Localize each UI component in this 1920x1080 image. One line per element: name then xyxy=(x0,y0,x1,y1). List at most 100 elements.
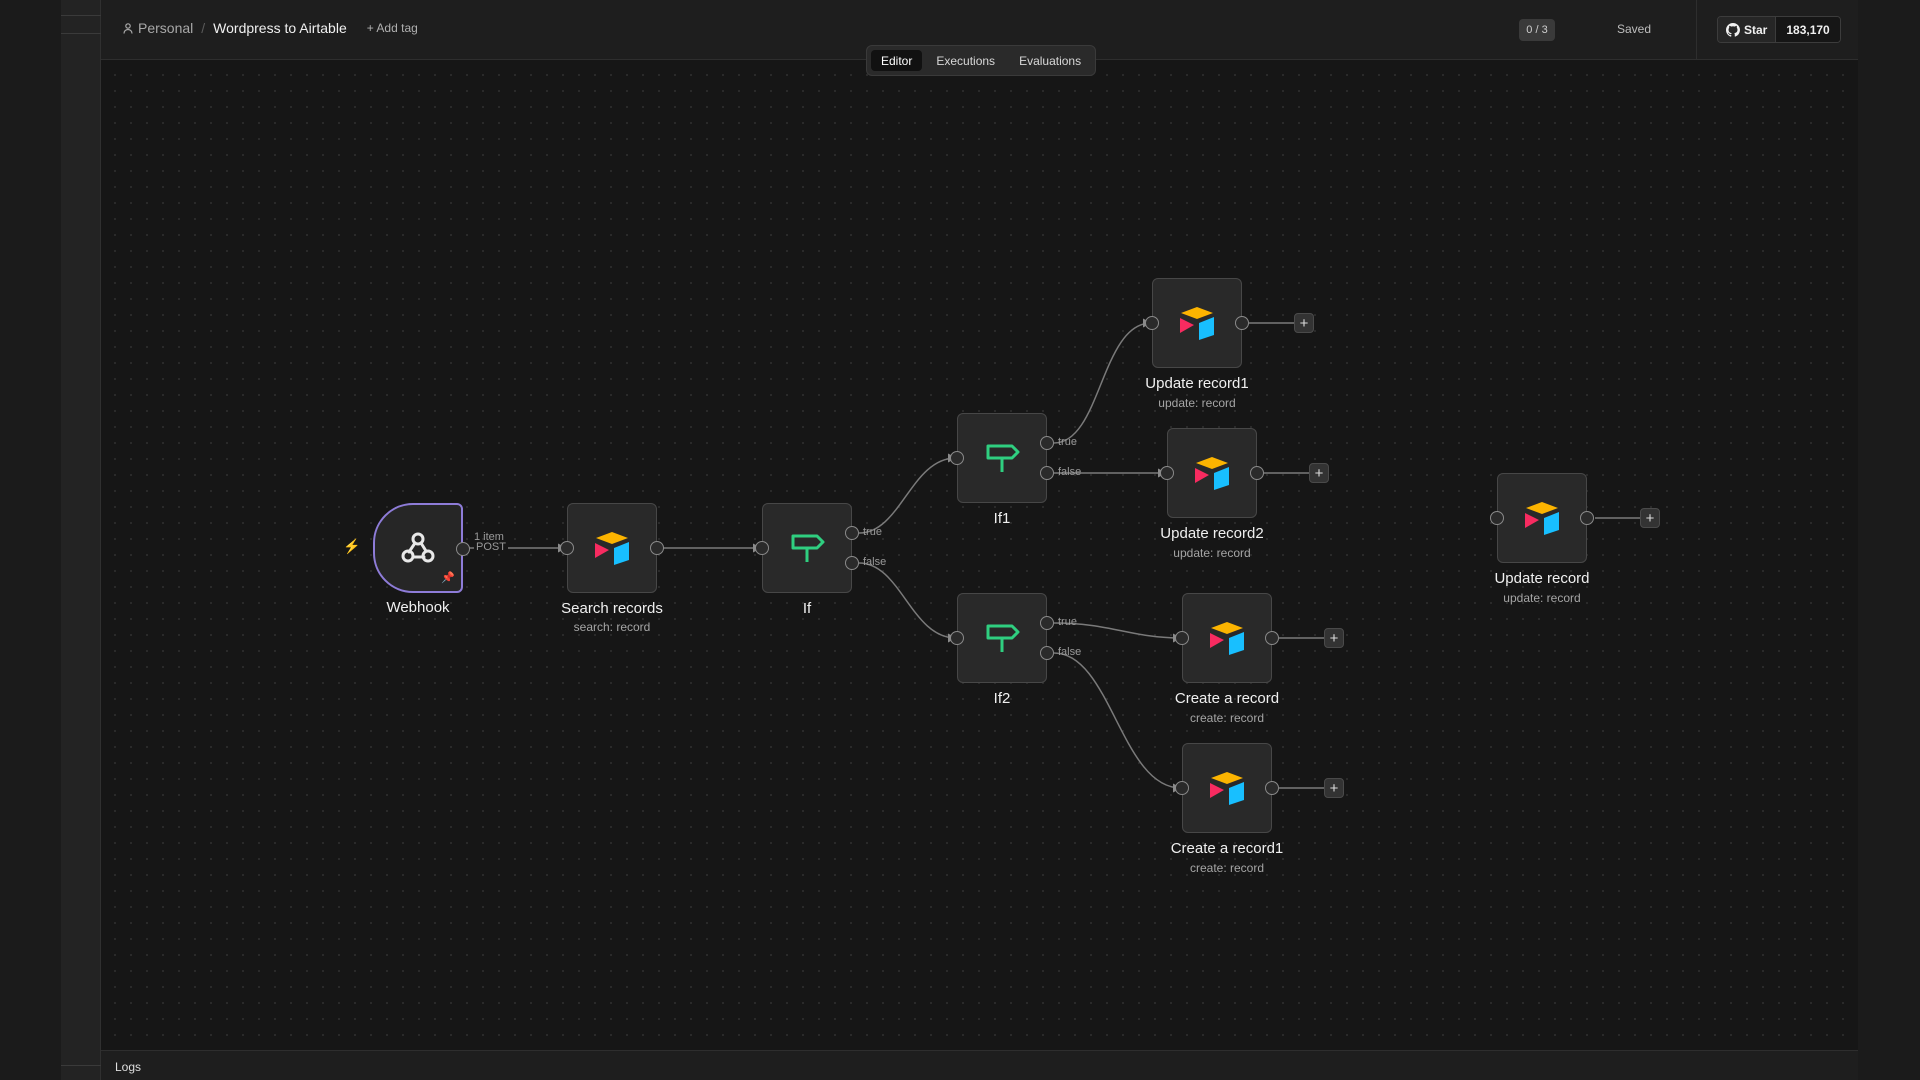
output-port[interactable] xyxy=(650,541,664,555)
output-port[interactable] xyxy=(1580,511,1594,525)
node-webhook[interactable]: 📌 xyxy=(373,503,470,593)
github-star-label: Star xyxy=(1744,22,1768,37)
node-subtitle: update: record xyxy=(1503,591,1581,605)
add-node-button[interactable]: + xyxy=(1324,778,1344,798)
input-port[interactable] xyxy=(1175,781,1189,795)
airtable-icon xyxy=(1180,307,1214,340)
node-update-record1[interactable] xyxy=(1145,278,1249,368)
airtable-icon xyxy=(1210,622,1244,655)
breadcrumb-project[interactable]: Personal xyxy=(123,20,193,36)
add-node-button[interactable]: + xyxy=(1309,463,1329,483)
node-name: Create a record1 xyxy=(1170,840,1284,857)
node-name: If2 xyxy=(993,690,1011,707)
node-if2[interactable] xyxy=(950,593,1054,683)
node-update-record2[interactable] xyxy=(1160,428,1264,518)
node-update-record[interactable] xyxy=(1490,473,1594,563)
user-icon xyxy=(123,22,133,34)
rail-divider xyxy=(61,1065,101,1066)
tab-editor[interactable]: Editor xyxy=(871,50,923,71)
right-gutter xyxy=(1858,0,1920,1080)
true-label: true xyxy=(863,526,882,538)
project-name: Personal xyxy=(138,20,194,36)
workflow-name[interactable]: Wordpress to Airtable xyxy=(213,20,347,36)
add-node-button[interactable]: + xyxy=(1324,628,1344,648)
github-star[interactable]: Star xyxy=(1718,17,1777,42)
output-port-true[interactable] xyxy=(1040,616,1054,630)
workflow-canvas[interactable]: ⚡ 📌 1 item POST Webhook Search records s… xyxy=(101,61,1858,1050)
pin-icon: 📌 xyxy=(441,572,455,584)
add-tag-button[interactable]: + Add tag xyxy=(367,21,418,35)
if-signpost-icon xyxy=(986,444,1020,472)
node-subtitle: update: record xyxy=(1158,396,1236,410)
airtable-icon xyxy=(1210,772,1244,805)
node-subtitle: update: record xyxy=(1173,546,1251,560)
if-signpost-icon xyxy=(986,624,1020,652)
airtable-icon xyxy=(1195,457,1229,490)
input-port[interactable] xyxy=(1175,631,1189,645)
input-port[interactable] xyxy=(1490,511,1504,525)
output-port-false[interactable] xyxy=(845,556,859,570)
webhook-icon xyxy=(401,532,435,563)
node-subtitle: create: record xyxy=(1189,711,1265,725)
node-search-records[interactable] xyxy=(560,503,664,593)
false-label: false xyxy=(1058,466,1082,478)
logs-label: Logs xyxy=(115,1060,142,1074)
output-port-true[interactable] xyxy=(1040,436,1054,450)
tab-executions[interactable]: Executions xyxy=(926,50,1005,71)
node-name: If xyxy=(802,600,812,617)
node-create-a-record1[interactable] xyxy=(1175,743,1279,833)
output-port[interactable] xyxy=(1250,466,1264,480)
save-status: Saved xyxy=(1617,22,1652,36)
view-tabs: Editor Executions Evaluations xyxy=(866,45,1097,76)
node-create-a-record[interactable] xyxy=(1175,593,1279,683)
add-node-button[interactable]: + xyxy=(1640,508,1660,528)
if-signpost-icon xyxy=(791,534,825,562)
output-port[interactable] xyxy=(1235,316,1249,330)
airtable-icon xyxy=(595,532,629,565)
node-subtitle: search: record xyxy=(573,620,651,634)
left-sidebar-rail xyxy=(61,0,101,1080)
output-label-post: POST xyxy=(474,541,508,553)
github-star-count: 183,170 xyxy=(1776,17,1840,42)
node-name: Webhook xyxy=(386,599,450,616)
true-label: true xyxy=(1058,616,1077,628)
input-port[interactable] xyxy=(560,541,574,555)
false-label: false xyxy=(863,556,887,568)
github-star-button[interactable]: Star 183,170 xyxy=(1717,16,1841,43)
node-name: Update record xyxy=(1494,570,1590,587)
node-name: Update record2 xyxy=(1160,525,1264,542)
output-port[interactable] xyxy=(1265,631,1279,645)
node-if[interactable] xyxy=(755,503,859,593)
input-port[interactable] xyxy=(755,541,769,555)
airtable-icon xyxy=(1525,502,1559,535)
node-name: If1 xyxy=(993,510,1011,527)
input-port[interactable] xyxy=(950,451,964,465)
rail-divider xyxy=(61,15,101,16)
node-if1[interactable] xyxy=(950,413,1054,503)
node-name: Update record1 xyxy=(1145,375,1249,392)
breadcrumb: Personal / Wordpress to Airtable + Add t… xyxy=(123,20,418,36)
output-port-false[interactable] xyxy=(1040,466,1054,480)
input-port[interactable] xyxy=(950,631,964,645)
output-port-true[interactable] xyxy=(845,526,859,540)
left-gutter xyxy=(0,0,61,1080)
breadcrumb-separator: / xyxy=(201,20,206,36)
node-name: Create a record xyxy=(1174,690,1280,707)
tab-evaluations[interactable]: Evaluations xyxy=(1009,50,1091,71)
logs-panel-toggle[interactable]: Logs xyxy=(101,1050,1858,1080)
header-divider xyxy=(1696,0,1697,60)
trigger-bolt-icon: ⚡ xyxy=(343,538,361,554)
output-port-false[interactable] xyxy=(1040,646,1054,660)
true-label: true xyxy=(1058,436,1077,448)
input-port[interactable] xyxy=(1145,316,1159,330)
input-port[interactable] xyxy=(1160,466,1174,480)
github-icon xyxy=(1726,22,1740,37)
rail-divider xyxy=(61,33,101,34)
output-port[interactable] xyxy=(456,542,470,556)
workflow-editor: Personal / Wordpress to Airtable + Add t… xyxy=(101,0,1858,1080)
add-node-button[interactable]: + xyxy=(1294,313,1314,333)
node-name: Search records xyxy=(561,600,663,617)
node-subtitle: create: record xyxy=(1189,861,1265,875)
evaluation-counter-badge: 0 / 3 xyxy=(1519,19,1555,41)
output-port[interactable] xyxy=(1265,781,1279,795)
